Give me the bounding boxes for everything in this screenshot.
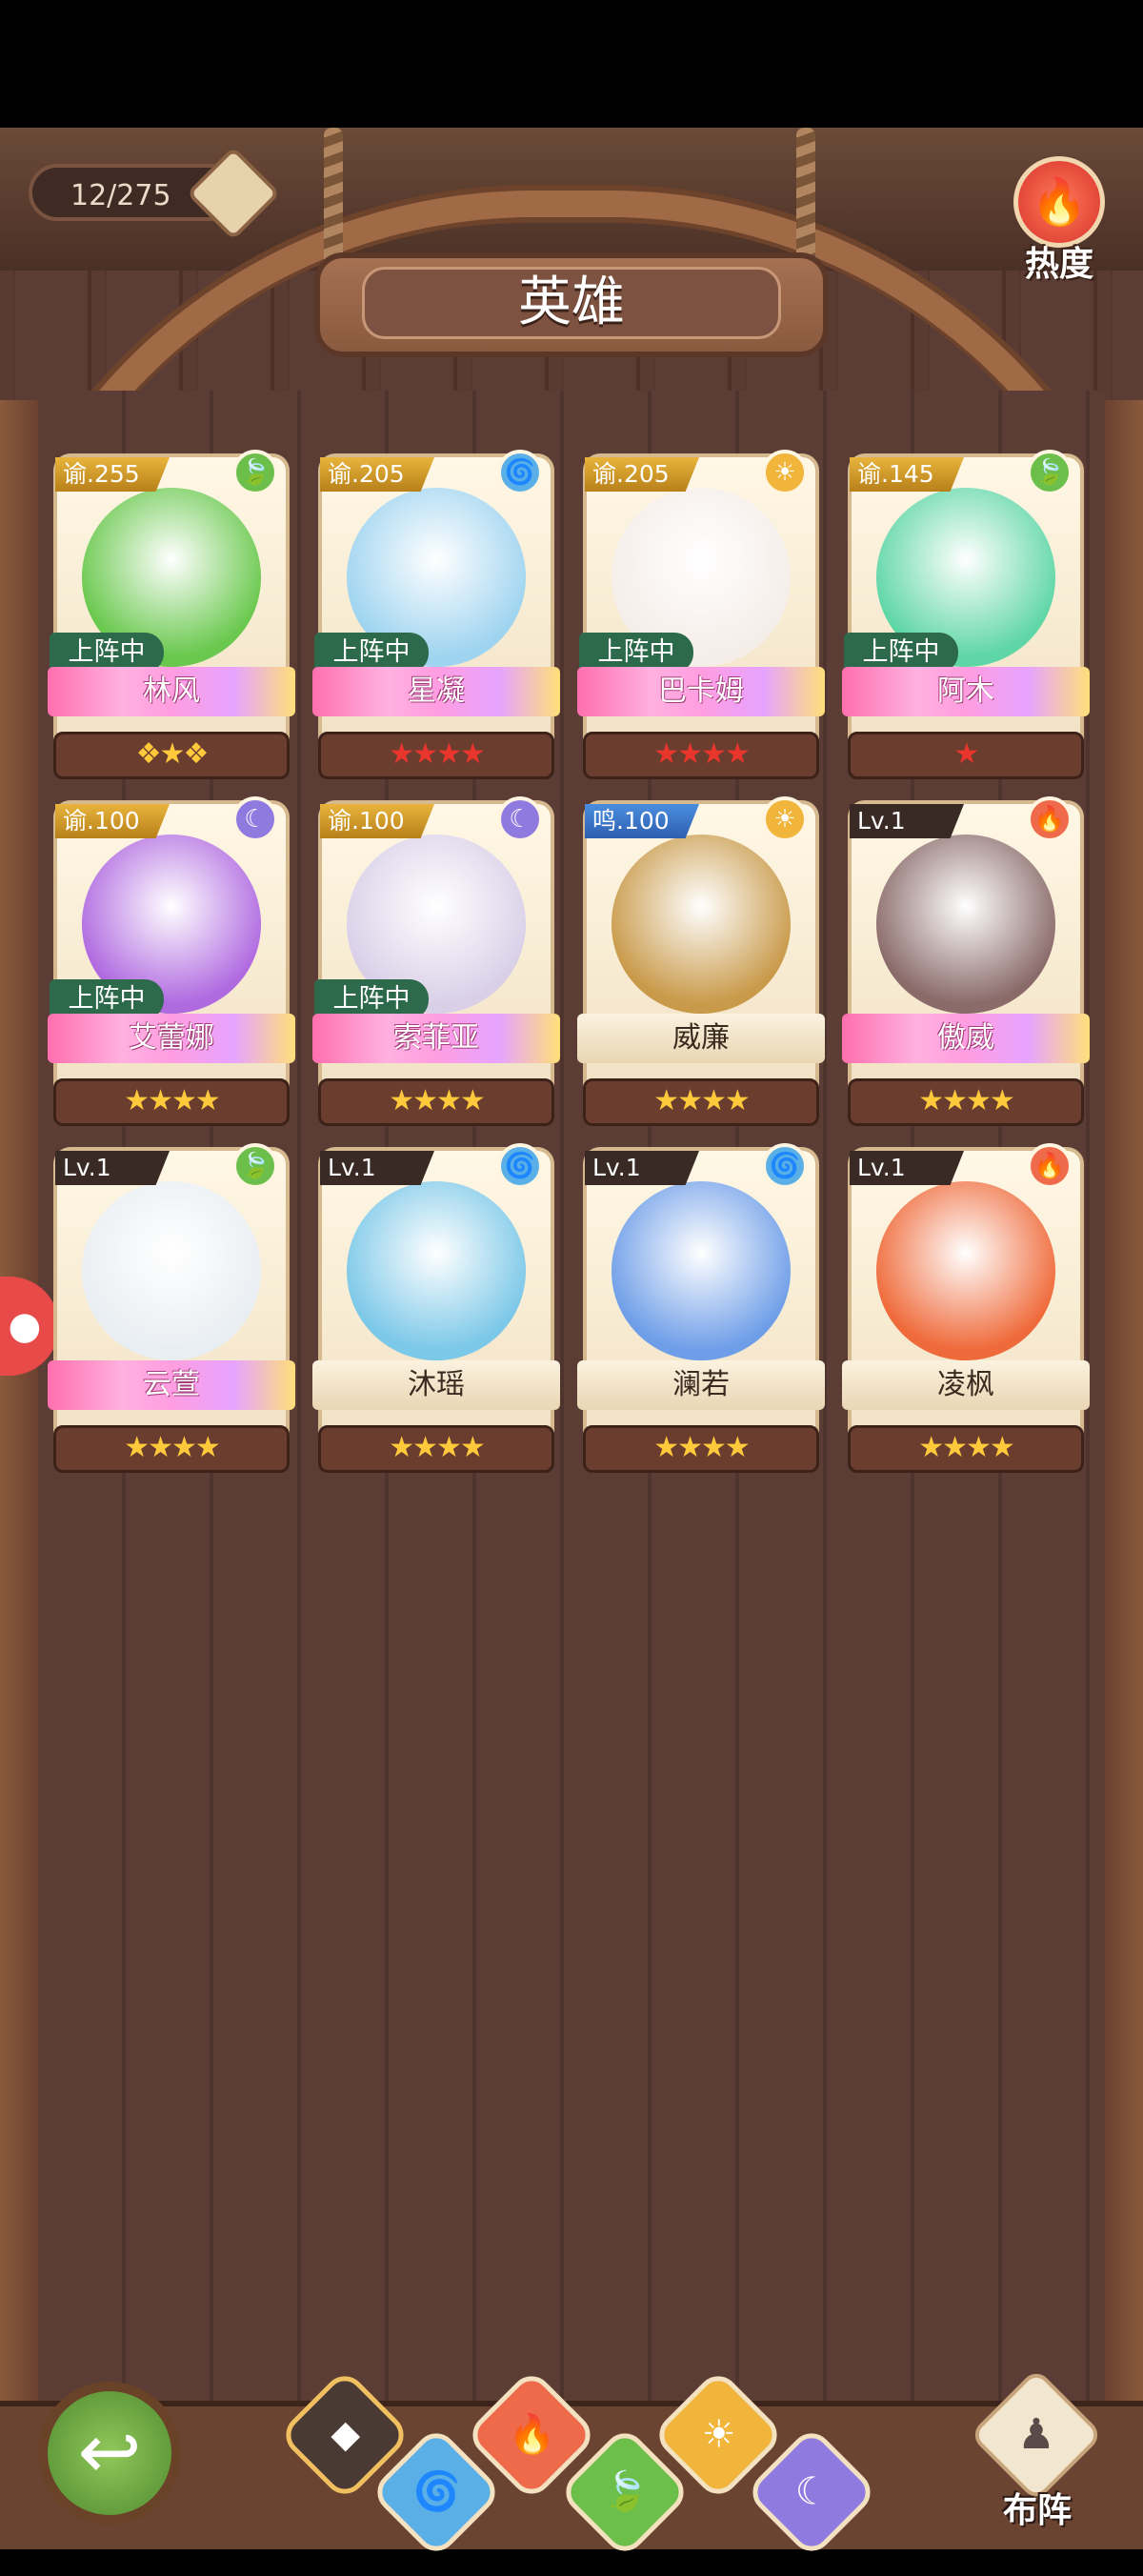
hero-portrait xyxy=(876,835,1055,1014)
hero-level: 谕.100 xyxy=(55,804,170,838)
star-rating: ★ xyxy=(848,732,1084,779)
formation-button[interactable]: ♟ 布阵 xyxy=(966,2367,1109,2530)
hero-portrait xyxy=(82,1181,261,1360)
star-rating: ★★★★ xyxy=(318,1078,554,1126)
star-rating: ★★★★ xyxy=(848,1425,1084,1473)
hero-name: 澜若 xyxy=(577,1360,825,1410)
hot-label: 热度 xyxy=(1024,245,1093,284)
dark-icon: ☾ xyxy=(794,2469,830,2514)
grass-icon: 🍃 xyxy=(232,1143,278,1189)
formation-label: 布阵 xyxy=(1002,2491,1072,2530)
page-title: 英雄 xyxy=(362,267,781,339)
star-rating: ★★★★ xyxy=(318,732,554,779)
hero-card[interactable]: 谕.145 🍃 上阵中 阿木 ★ xyxy=(842,450,1090,787)
status-bar xyxy=(0,0,1143,128)
hero-name: 星凝 xyxy=(312,667,560,716)
hero-card[interactable]: Lv.1 🌀 沐瑶 ★★★★ xyxy=(312,1143,560,1480)
hero-name: 傲威 xyxy=(842,1014,1090,1063)
hero-name: 艾蕾娜 xyxy=(48,1014,295,1063)
dark-icon: ☾ xyxy=(232,796,278,842)
hero-portrait xyxy=(347,1181,526,1360)
water-icon: 🌀 xyxy=(412,2469,461,2514)
hero-name: 林风 xyxy=(48,667,295,716)
hero-card[interactable]: Lv.1 🌀 澜若 ★★★★ xyxy=(577,1143,825,1480)
hero-level: 谕.205 xyxy=(320,457,434,492)
hero-name: 凌枫 xyxy=(842,1360,1090,1410)
grass-icon: 🍃 xyxy=(232,450,278,495)
hero-level: 谕.145 xyxy=(850,457,964,492)
right-pillar xyxy=(1105,400,1143,2477)
hero-portrait xyxy=(612,835,791,1014)
hero-level: 谕.255 xyxy=(55,457,170,492)
hero-level: Lv.1 xyxy=(585,1151,699,1185)
water-icon: 🌀 xyxy=(762,1143,808,1189)
star-rating: ★★★★ xyxy=(53,1425,290,1473)
star-rating: ❖★❖ xyxy=(53,732,290,779)
light-icon: ☀ xyxy=(701,2412,736,2457)
light-icon: ☀ xyxy=(762,796,808,842)
hero-portrait xyxy=(876,1181,1055,1360)
star-rating: ★★★★ xyxy=(848,1078,1084,1126)
fire-icon: 🔥 xyxy=(1027,796,1073,842)
left-pillar xyxy=(0,400,38,2477)
dark-icon: ☾ xyxy=(497,796,543,842)
flame-icon: 🔥 xyxy=(1013,156,1105,248)
grass-icon: 🍃 xyxy=(1027,450,1073,495)
star-rating: ★★★★ xyxy=(53,1078,290,1126)
hero-level: 谕.100 xyxy=(320,804,434,838)
hero-level: Lv.1 xyxy=(850,804,964,838)
hero-card[interactable]: Lv.1 🔥 凌枫 ★★★★ xyxy=(842,1143,1090,1480)
star-rating: ★★★★ xyxy=(318,1425,554,1473)
hero-name: 沐瑶 xyxy=(312,1360,560,1410)
hero-card[interactable]: 谕.100 ☾ 上阵中 索菲亚 ★★★★ xyxy=(312,796,560,1134)
hero-card[interactable]: 谕.100 ☾ 上阵中 艾蕾娜 ★★★★ xyxy=(48,796,295,1134)
hero-card[interactable]: 鸣.100 ☀ 威廉 ★★★★ xyxy=(577,796,825,1134)
hero-card[interactable]: 谕.205 🌀 上阵中 星凝 ★★★★ xyxy=(312,450,560,787)
back-button[interactable]: ↩ xyxy=(38,2382,181,2525)
grass-icon: 🍃 xyxy=(601,2469,650,2514)
star-rating: ★★★★ xyxy=(583,732,819,779)
water-icon: 🌀 xyxy=(497,450,543,495)
hero-name: 索菲亚 xyxy=(312,1014,560,1063)
hero-portrait xyxy=(612,1181,791,1360)
light-icon: ☀ xyxy=(762,450,808,495)
fire-icon: 🔥 xyxy=(508,2412,556,2457)
hero-level: Lv.1 xyxy=(55,1151,170,1185)
hero-level: 谕.205 xyxy=(585,457,699,492)
hero-card[interactable]: 谕.205 ☀ 上阵中 巴卡姆 ★★★★ xyxy=(577,450,825,787)
hero-name: 威廉 xyxy=(577,1014,825,1063)
all-icon: ◆ xyxy=(331,2412,361,2457)
hero-name: 云萱 xyxy=(48,1360,295,1410)
water-icon: 🌀 xyxy=(497,1143,543,1189)
hero-level: Lv.1 xyxy=(850,1151,964,1185)
fire-icon: 🔥 xyxy=(1027,1143,1073,1189)
hero-name: 阿木 xyxy=(842,667,1090,716)
hot-button[interactable]: 🔥 热度 xyxy=(1004,156,1109,284)
hero-name: 巴卡姆 xyxy=(577,667,825,716)
star-rating: ★★★★ xyxy=(583,1078,819,1126)
hero-card[interactable]: 谕.255 🍃 上阵中 林风 ❖★❖ xyxy=(48,450,295,787)
hero-level: 鸣.100 xyxy=(585,804,699,838)
hero-card[interactable]: Lv.1 🍃 云萱 ★★★★ xyxy=(48,1143,295,1480)
hero-level: Lv.1 xyxy=(320,1151,434,1185)
hero-card[interactable]: Lv.1 🔥 傲威 ★★★★ xyxy=(842,796,1090,1134)
star-rating: ★★★★ xyxy=(583,1425,819,1473)
back-arrow-icon: ↩ xyxy=(77,2407,142,2496)
